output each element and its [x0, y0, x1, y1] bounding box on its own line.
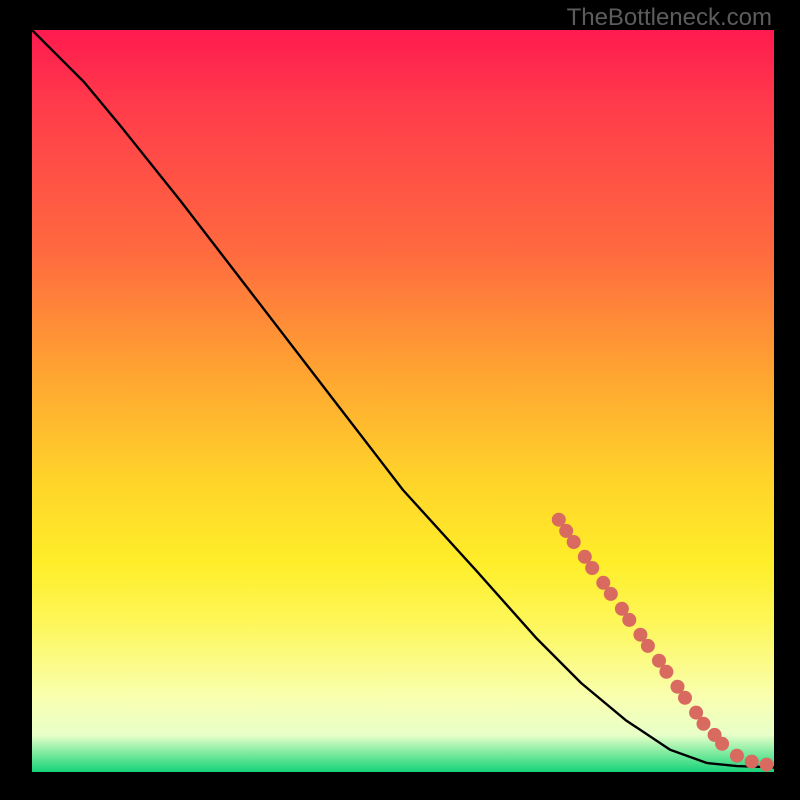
data-marker: [697, 717, 711, 731]
data-marker: [622, 613, 636, 627]
data-marker: [715, 737, 729, 751]
data-marker: [641, 639, 655, 653]
data-marker: [585, 561, 599, 575]
data-marker: [745, 755, 759, 769]
watermark-text: TheBottleneck.com: [567, 4, 772, 32]
data-marker: [730, 749, 744, 763]
plot-area: [32, 30, 774, 772]
data-marker: [604, 587, 618, 601]
data-marker: [567, 535, 581, 549]
data-markers: [552, 513, 774, 772]
data-marker: [659, 665, 673, 679]
data-marker: [678, 691, 692, 705]
chart-frame: TheBottleneck.com: [0, 0, 800, 800]
data-marker: [760, 758, 774, 772]
chart-svg: [32, 30, 774, 772]
